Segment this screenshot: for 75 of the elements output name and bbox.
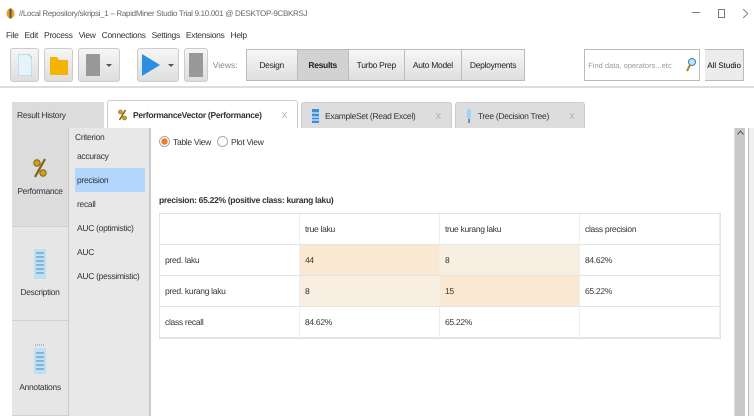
criterion-item[interactable]: recall xyxy=(75,192,145,216)
row-header: class recall xyxy=(160,307,300,338)
column-header: true kurang laku xyxy=(440,214,580,245)
view-button[interactable]: Results xyxy=(296,49,349,81)
scroll-up-icon[interactable] xyxy=(736,130,744,135)
column-header: class precision xyxy=(580,214,720,245)
tab-label: Tree (Decision Tree) xyxy=(478,110,549,120)
radio-dot[interactable] xyxy=(159,136,170,147)
criterion-item[interactable]: AUC xyxy=(75,240,145,264)
side-view-label: Description xyxy=(20,287,60,298)
menu-item[interactable]: Settings xyxy=(152,30,180,40)
radio-dot[interactable] xyxy=(216,136,228,147)
view-mode-radio[interactable]: Plot View xyxy=(216,136,264,147)
menu-item[interactable]: Edit xyxy=(24,30,38,40)
table-cell: 44 xyxy=(300,245,440,276)
document-icon xyxy=(34,249,46,280)
tab-label: PerformanceVector (Performance) xyxy=(133,110,262,120)
side-view-label: Annotations xyxy=(19,382,61,392)
menu-item[interactable]: File xyxy=(6,30,18,40)
save-button[interactable] xyxy=(78,48,120,82)
stop-icon xyxy=(188,53,203,77)
restore-icon[interactable] xyxy=(718,8,725,18)
table-cell: 65.22% xyxy=(580,276,720,307)
open-folder-button[interactable] xyxy=(44,48,74,82)
criterion-item[interactable]: accuracy xyxy=(75,144,145,168)
row-header: pred. kurang laku xyxy=(160,276,300,307)
tab-label: ExampleSet (Read Excel) xyxy=(325,110,416,120)
row-header: pred. laku xyxy=(160,245,300,276)
close-icon[interactable] xyxy=(743,8,748,18)
notes-icon xyxy=(34,344,46,374)
menu-item[interactable]: Extensions xyxy=(186,30,225,40)
table-icon xyxy=(312,108,320,122)
menu-item[interactable]: Process xyxy=(44,30,73,40)
summary-text: precision: 65.22% (positive class: kurang laku) xyxy=(159,195,334,205)
table-cell: 84.62% xyxy=(580,245,720,276)
folder-icon xyxy=(50,55,68,75)
search-icon[interactable] xyxy=(686,58,696,72)
app-logo-icon xyxy=(6,8,15,18)
criterion-title: Criterion xyxy=(75,132,106,144)
views-label: Views: xyxy=(212,60,238,70)
stop-button[interactable] xyxy=(184,48,208,82)
table-cell: 65.22% xyxy=(440,307,580,338)
table-cell: 15 xyxy=(440,276,580,307)
menu-item[interactable]: View xyxy=(78,30,96,40)
run-button[interactable] xyxy=(137,48,180,82)
window-title: //Local Repository/skripsi_1 – RapidMiner Studio Trial 9.10.001 @ DESKTOP-9CBKRSJ xyxy=(19,8,308,18)
new-file-button[interactable] xyxy=(10,48,40,82)
result-history-tab[interactable]: Result History xyxy=(12,102,104,128)
result-tab[interactable]: PerformanceVector (Performance) X xyxy=(107,100,298,128)
view-button[interactable]: Auto Model xyxy=(404,49,462,81)
scope-dropdown[interactable]: All Studio xyxy=(705,49,744,81)
document-icon xyxy=(18,54,32,76)
criterion-item[interactable]: precision xyxy=(75,168,145,192)
play-icon xyxy=(142,54,174,76)
view-button[interactable]: Design xyxy=(246,49,298,81)
column-header: true laku xyxy=(300,214,440,245)
criterion-item[interactable]: AUC (pessimistic) xyxy=(75,264,145,288)
bulb-icon xyxy=(466,108,472,122)
menu-item[interactable]: Help xyxy=(230,30,247,40)
view-button[interactable]: Turbo Prep xyxy=(348,49,405,81)
percent-icon xyxy=(118,108,127,120)
table-cell: 8 xyxy=(440,245,580,276)
side-view-button[interactable]: Description xyxy=(12,226,68,322)
scrollbar[interactable] xyxy=(734,128,745,416)
criterion-item[interactable]: AUC (optimistic) xyxy=(75,216,145,240)
percent-icon xyxy=(33,158,47,178)
side-view-button[interactable]: Performance xyxy=(12,128,68,227)
menu-item[interactable]: Connections xyxy=(102,30,146,40)
view-mode-radio[interactable]: Table View xyxy=(159,136,211,147)
minimize-icon[interactable] xyxy=(692,12,700,14)
disk-icon xyxy=(86,54,112,76)
view-button[interactable]: Deployments xyxy=(460,49,526,81)
table-cell: 84.62% xyxy=(300,307,440,338)
side-view-label: Performance xyxy=(17,186,63,196)
table-cell: 8 xyxy=(300,276,440,307)
